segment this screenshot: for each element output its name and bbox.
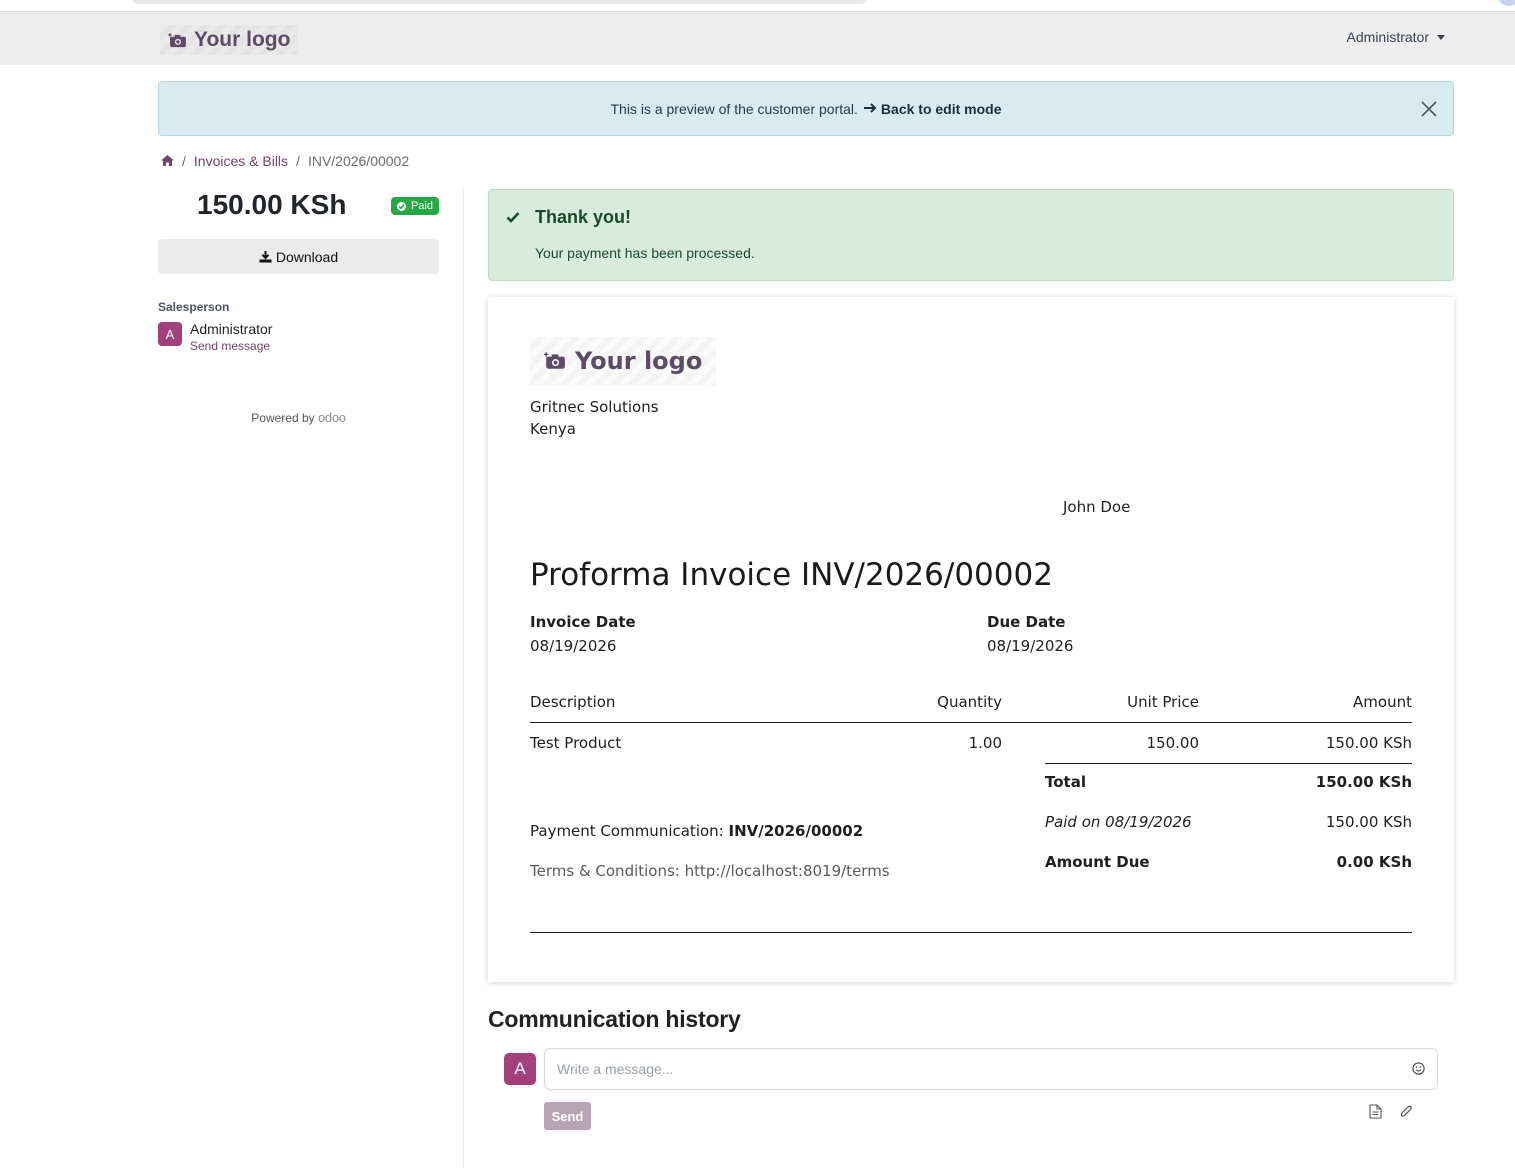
terms-and-conditions: Terms & Conditions: http://localhost:801… xyxy=(530,862,890,880)
due-date-block: Due Date 08/19/2026 xyxy=(987,613,1073,655)
line-quantity: 1.00 xyxy=(968,734,1002,752)
payment-success-alert: Thank you! Your payment has been process… xyxy=(488,189,1454,281)
send-message-link[interactable]: Send message xyxy=(190,339,270,353)
caret-down-icon xyxy=(1437,34,1445,40)
preview-banner: This is a preview of the customer portal… xyxy=(158,81,1454,136)
company-name: Gritnec Solutions xyxy=(530,398,659,416)
avatar: A xyxy=(504,1053,536,1085)
total-value: 150.00 KSh xyxy=(1315,773,1412,791)
powered-by-text: Powered by xyxy=(251,411,315,425)
breadcrumb-separator: / xyxy=(182,153,186,169)
invoice-logo-text: Your logo xyxy=(575,347,703,375)
line-description: Test Product xyxy=(530,734,622,752)
due-date-label: Due Date xyxy=(987,613,1066,631)
breadcrumb-separator: / xyxy=(296,153,300,169)
camera-icon xyxy=(168,32,186,47)
line-unit-price: 150.00 xyxy=(1146,734,1200,752)
payment-communication: Payment Communication: INV/2026/00002 xyxy=(530,822,863,840)
sidebar: 150.00 KSh Paid Download Salesperson A A… xyxy=(158,189,439,425)
breadcrumb: / Invoices & Bills / INV/2026/00002 xyxy=(161,153,409,169)
invoice-lines-header: Description Quantity Unit Price Amount xyxy=(530,693,1412,723)
customer-name: John Doe xyxy=(1063,498,1131,516)
column-header-amount: Amount xyxy=(1353,693,1412,711)
back-to-edit-link[interactable]: Back to edit mode xyxy=(881,101,1002,117)
total-label: Total xyxy=(1045,773,1086,791)
company-country: Kenya xyxy=(530,420,576,438)
column-header-description: Description xyxy=(530,693,616,711)
close-icon[interactable] xyxy=(1419,99,1439,119)
amount-due-label: Amount Due xyxy=(1045,853,1150,871)
invoice-footer-divider xyxy=(530,932,1412,933)
site-header: Your logo Administrator xyxy=(0,12,1515,65)
totals-divider xyxy=(1045,763,1412,764)
browser-strip xyxy=(0,0,1515,12)
payment-communication-label: Payment Communication: xyxy=(530,822,724,840)
sidebar-divider xyxy=(463,189,464,1168)
amount-row: 150.00 KSh Paid xyxy=(158,189,439,225)
alert-message: Your payment has been processed. xyxy=(535,245,755,261)
paid-label: Paid on 08/19/2026 xyxy=(1045,813,1192,831)
odoo-logo-link[interactable]: odoo xyxy=(318,410,346,425)
download-button-label: Download xyxy=(275,248,339,265)
invoice-document: Your logo Gritnec Solutions Kenya John D… xyxy=(488,297,1454,982)
check-icon xyxy=(506,210,520,226)
home-icon[interactable] xyxy=(161,153,174,169)
invoice-logo: Your logo xyxy=(530,337,717,385)
column-header-quantity: Quantity xyxy=(937,693,1002,711)
camera-icon xyxy=(544,352,565,369)
powered-by: Powered by odoo xyxy=(158,410,439,425)
download-button[interactable]: Download xyxy=(158,239,439,274)
paid-value: 150.00 KSh xyxy=(1325,813,1412,831)
preview-banner-text: This is a preview of the customer portal… xyxy=(610,100,858,117)
communication-history-title: Communication history xyxy=(488,1006,741,1032)
arrow-right-icon xyxy=(863,101,877,117)
invoice-title: Proforma Invoice INV/2026/00002 xyxy=(530,557,1053,593)
total-row: Total 150.00 KSh xyxy=(1045,773,1412,793)
browser-address-bar[interactable] xyxy=(130,0,868,4)
file-icon[interactable] xyxy=(1369,1104,1382,1122)
check-circle-icon xyxy=(396,201,406,211)
avatar: A xyxy=(158,322,182,346)
emoji-icon[interactable] xyxy=(1412,1062,1425,1078)
due-date-value: 08/19/2026 xyxy=(987,637,1074,655)
company-address: Gritnec Solutions Kenya xyxy=(530,396,659,440)
breadcrumb-invoices-link[interactable]: Invoices & Bills xyxy=(194,153,288,169)
salesperson-name: Administrator xyxy=(190,321,273,337)
header-logo[interactable]: Your logo xyxy=(160,25,299,55)
salesperson-label: Salesperson xyxy=(158,300,230,314)
line-amount: 150.00 KSh xyxy=(1325,734,1412,752)
amount-due-row: Amount Due 0.00 KSh xyxy=(1045,853,1412,873)
user-menu-label: Administrator xyxy=(1346,29,1429,45)
message-composer xyxy=(544,1048,1438,1090)
invoice-date-label: Invoice Date xyxy=(530,613,636,631)
header-logo-text: Your logo xyxy=(194,28,291,51)
table-row: Test Product 1.00 150.00 150.00 KSh xyxy=(530,734,1412,754)
paid-row: Paid on 08/19/2026 150.00 KSh xyxy=(1045,813,1412,833)
invoice-amount: 150.00 KSh xyxy=(197,189,347,220)
status-badge: Paid xyxy=(390,197,439,215)
invoice-date-block: Invoice Date 08/19/2026 xyxy=(530,613,636,655)
browser-profile-button[interactable] xyxy=(1498,0,1515,6)
status-badge-label: Paid xyxy=(410,200,433,212)
invoice-totals: Total 150.00 KSh Paid on 08/19/2026 150.… xyxy=(1045,763,1412,871)
breadcrumb-current: INV/2026/00002 xyxy=(307,153,410,169)
amount-due-value: 0.00 KSh xyxy=(1336,853,1412,871)
download-icon xyxy=(259,250,272,262)
send-button[interactable]: Send xyxy=(544,1102,591,1130)
paperclip-icon[interactable] xyxy=(1400,1104,1413,1122)
column-header-unit-price: Unit Price xyxy=(1127,693,1199,711)
alert-title: Thank you! xyxy=(535,207,632,227)
invoice-date-value: 08/19/2026 xyxy=(530,637,617,655)
message-input[interactable] xyxy=(557,1059,1377,1079)
user-menu-dropdown[interactable]: Administrator xyxy=(1347,29,1445,45)
payment-communication-ref: INV/2026/00002 xyxy=(728,822,864,840)
